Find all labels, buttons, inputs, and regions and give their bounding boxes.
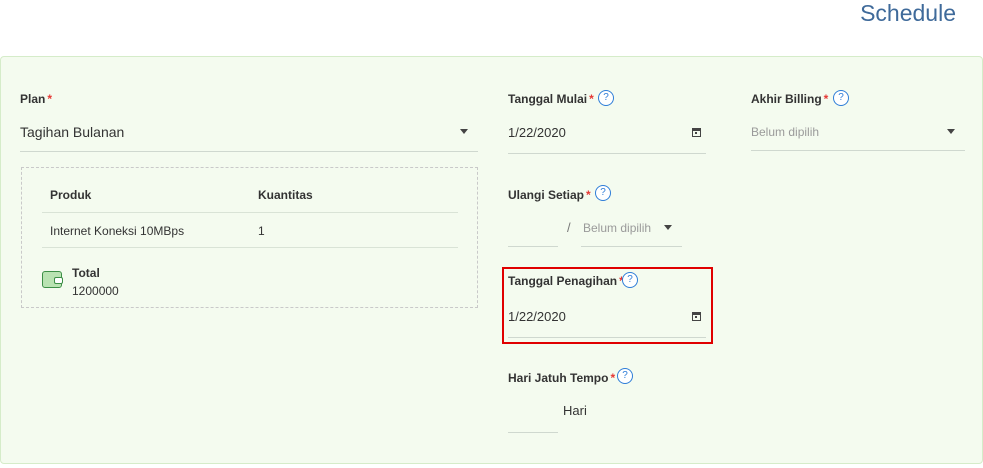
- hari-jatuh-tempo-label: Hari Jatuh Tempo *: [508, 371, 615, 385]
- schedule-panel: Plan * Tagihan Bulanan Produk Kuantitas I…: [0, 56, 983, 464]
- akhir-billing-select[interactable]: Belum dipilih: [751, 115, 965, 151]
- plan-label: Plan *: [20, 92, 52, 106]
- total-value: 1200000: [72, 284, 119, 298]
- ulangi-setiap-label-text: Ulangi Setiap: [508, 188, 585, 202]
- required-mark: *: [589, 92, 594, 106]
- akhir-billing-label-text: Akhir Billing: [751, 92, 822, 106]
- tanggal-mulai-value: 1/22/2020: [508, 125, 566, 140]
- chevron-down-icon: [460, 129, 468, 134]
- wallet-icon: [42, 271, 63, 288]
- calendar-icon[interactable]: [692, 128, 701, 137]
- highlight-box: [502, 267, 713, 344]
- ulangi-setiap-separator: /: [567, 220, 571, 235]
- plan-select-value: Tagihan Bulanan: [20, 124, 125, 140]
- ulangi-setiap-number-input[interactable]: [508, 212, 558, 247]
- akhir-billing-label: Akhir Billing *: [751, 92, 828, 106]
- akhir-billing-placeholder: Belum dipilih: [751, 125, 820, 139]
- ulangi-setiap-period-select[interactable]: Belum dipilih: [581, 212, 682, 247]
- column-header-produk: Produk: [50, 188, 92, 202]
- hari-jatuh-tempo-input[interactable]: [508, 397, 558, 433]
- required-mark: *: [586, 188, 591, 202]
- column-header-kuantitas: Kuantitas: [258, 188, 313, 202]
- chevron-down-icon: [947, 129, 955, 134]
- tanggal-mulai-input[interactable]: 1/22/2020: [508, 115, 706, 154]
- tanggal-mulai-label: Tanggal Mulai *: [508, 92, 594, 106]
- help-icon[interactable]: ?: [595, 185, 611, 201]
- table-cell-product: Internet Koneksi 10MBps: [50, 224, 185, 238]
- required-mark: *: [823, 92, 829, 106]
- help-icon[interactable]: ?: [598, 90, 614, 106]
- chevron-down-icon: [664, 225, 672, 230]
- table-divider: [42, 212, 458, 213]
- table-cell-quantity: 1: [258, 224, 265, 238]
- product-summary: Produk Kuantitas Internet Koneksi 10MBps…: [21, 167, 478, 308]
- tanggal-mulai-label-text: Tanggal Mulai: [508, 92, 588, 106]
- plan-select[interactable]: Tagihan Bulanan: [20, 115, 478, 152]
- plan-label-text: Plan: [20, 92, 46, 106]
- help-icon[interactable]: ?: [833, 90, 849, 106]
- ulangi-setiap-placeholder: Belum dipilih: [583, 221, 652, 235]
- ulangi-setiap-label: Ulangi Setiap *: [508, 188, 591, 202]
- table-divider: [42, 247, 458, 248]
- page-title: Schedule: [860, 0, 956, 26]
- hari-jatuh-tempo-label-text: Hari Jatuh Tempo: [508, 371, 609, 385]
- help-icon[interactable]: ?: [617, 368, 633, 384]
- total-label: Total: [72, 266, 100, 280]
- hari-jatuh-tempo-unit: Hari: [563, 403, 587, 418]
- required-mark: *: [610, 371, 616, 385]
- required-mark: *: [47, 92, 53, 106]
